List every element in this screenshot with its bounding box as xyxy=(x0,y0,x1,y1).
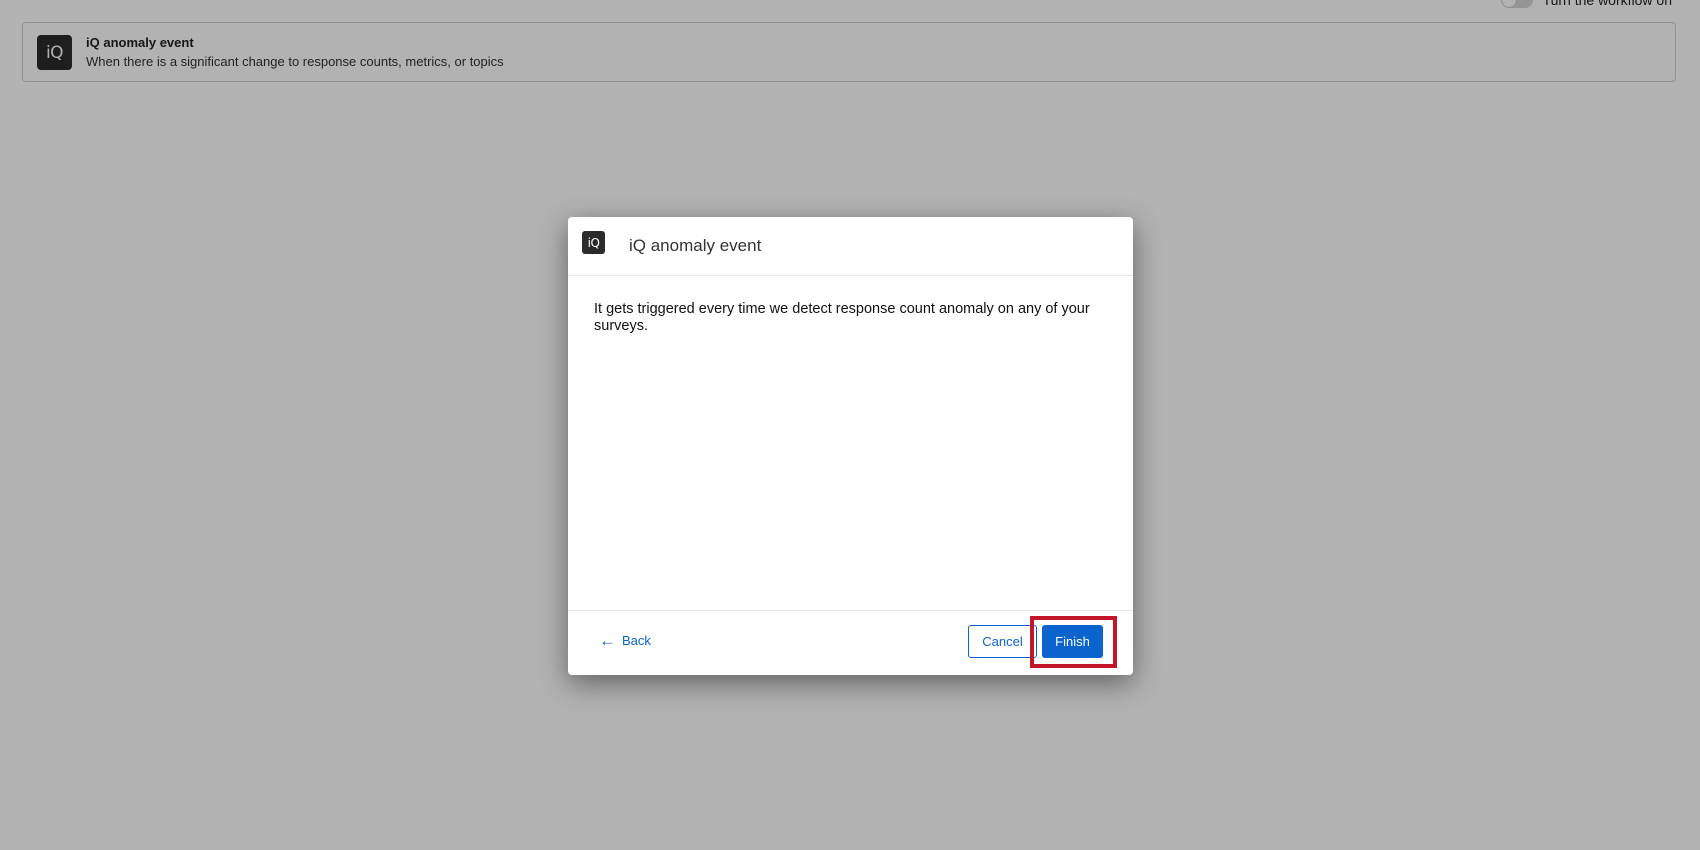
iq-logo-icon: iQ xyxy=(582,231,605,254)
event-modal: iQ iQ anomaly event It gets triggered ev… xyxy=(568,217,1133,675)
back-label: Back xyxy=(622,633,651,648)
modal-description: It gets triggered every time we detect r… xyxy=(594,301,1090,334)
modal-title: iQ anomaly event xyxy=(629,236,762,255)
modal-footer: ← Back Cancel Finish xyxy=(568,610,1133,675)
cancel-button[interactable]: Cancel xyxy=(968,625,1037,658)
workflow-page: Turn the workflow on iQ iQ anomaly event… xyxy=(0,0,1700,850)
arrow-left-icon: ← xyxy=(599,630,616,650)
finish-button[interactable]: Finish xyxy=(1042,625,1103,658)
modal-header: iQ iQ anomaly event xyxy=(568,217,1133,276)
back-button[interactable]: ← Back xyxy=(599,630,651,650)
